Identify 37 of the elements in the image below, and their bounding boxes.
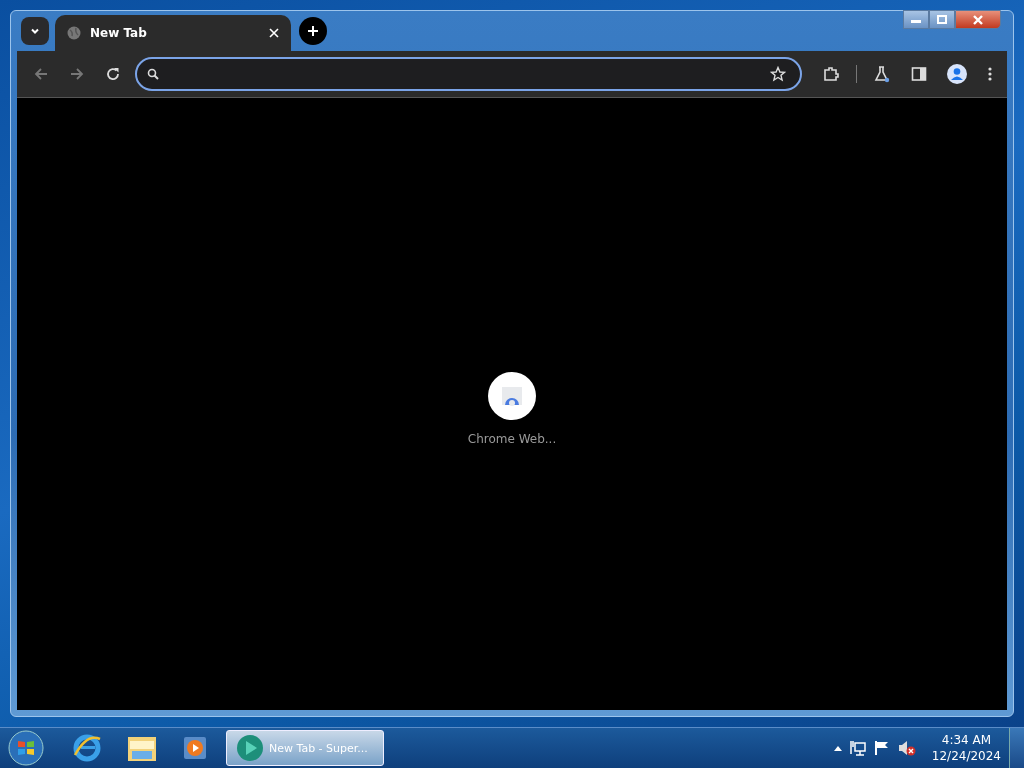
browser-tab[interactable]: New Tab — [55, 15, 291, 51]
shortcut-tile[interactable] — [488, 372, 536, 420]
tab-title: New Tab — [90, 26, 148, 40]
star-icon[interactable] — [770, 66, 786, 82]
search-icon — [147, 68, 159, 80]
puzzle-icon[interactable] — [822, 65, 840, 83]
flag-icon[interactable] — [873, 740, 890, 756]
browser-icon[interactable] — [72, 733, 102, 763]
app-icon — [235, 733, 265, 763]
store-logo-icon — [501, 386, 523, 406]
forward-icon[interactable] — [69, 66, 85, 82]
start-button[interactable] — [8, 730, 44, 766]
new-tab-button[interactable] — [299, 17, 327, 45]
media-player-icon[interactable] — [182, 735, 208, 761]
globe-icon — [67, 26, 81, 40]
close-icon — [972, 14, 984, 25]
minimize-button[interactable] — [903, 10, 929, 29]
close-button[interactable] — [955, 10, 1001, 29]
shortcut-label[interactable]: Chrome Web... — [467, 432, 557, 446]
maximize-button[interactable] — [929, 10, 955, 29]
clock-date[interactable]: 12/24/2024 — [931, 749, 1001, 763]
back-icon[interactable] — [33, 66, 49, 82]
tab-search-button[interactable] — [21, 17, 49, 45]
maximize-icon — [937, 15, 947, 24]
clock-time[interactable]: 4:34 AM — [941, 733, 992, 747]
address-bar[interactable] — [135, 57, 802, 91]
side-panel-icon[interactable] — [911, 66, 927, 82]
profile-icon[interactable] — [947, 64, 967, 84]
show-desktop-button[interactable] — [1009, 728, 1024, 768]
menu-icon[interactable] — [987, 66, 993, 82]
reload-icon[interactable] — [105, 66, 121, 82]
show-hidden-icons-icon[interactable] — [833, 745, 842, 751]
network-icon[interactable] — [849, 740, 866, 756]
close-icon[interactable] — [269, 28, 279, 38]
plus-icon — [307, 25, 319, 37]
muted-speaker-icon[interactable] — [897, 740, 916, 756]
flask-icon[interactable] — [873, 65, 891, 83]
